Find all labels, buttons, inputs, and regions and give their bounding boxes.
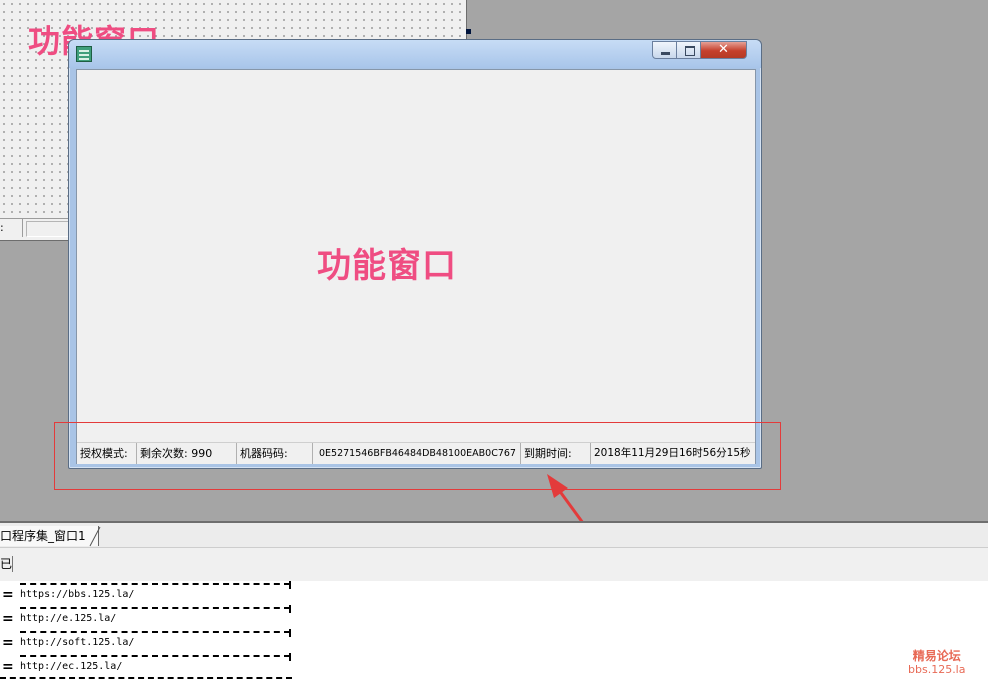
code-editor[interactable]: = https://bbs.125.la/ = http://e.125.la/… bbox=[0, 581, 988, 689]
maximize-button[interactable] bbox=[676, 41, 701, 59]
tab-program-set-window1[interactable]: 口程序集_窗口1 bbox=[0, 526, 99, 546]
code-url: http://soft.125.la/ bbox=[20, 637, 135, 648]
code-url: http://e.125.la/ bbox=[20, 613, 117, 624]
code-line[interactable]: = http://soft.125.la/ bbox=[0, 629, 292, 653]
app-icon bbox=[76, 46, 92, 62]
code-separator bbox=[0, 677, 292, 679]
window-client-area: 功能窗口 授权模式: 剩余次数: 990 机器码码: 0E5271546BFB4… bbox=[76, 69, 756, 464]
code-eq: = bbox=[2, 611, 14, 627]
code-url: https://bbs.125.la/ bbox=[20, 589, 135, 600]
background-status-segment: : bbox=[0, 219, 23, 237]
watermark-line1: 精易论坛 bbox=[912, 649, 961, 663]
toolrow-fragment: 已 bbox=[0, 556, 13, 572]
watermark-line2: bbs.125.la bbox=[908, 663, 966, 676]
minimize-button[interactable] bbox=[652, 41, 677, 59]
code-url: http://ec.125.la/ bbox=[20, 661, 123, 672]
resize-handle[interactable] bbox=[466, 29, 471, 34]
code-eq: = bbox=[2, 659, 14, 675]
ide-toolrow: 已 bbox=[0, 547, 988, 583]
code-line[interactable]: = https://bbs.125.la/ bbox=[0, 581, 292, 605]
window-content-title: 功能窗口 bbox=[317, 246, 457, 286]
window-titlebar[interactable]: ✕ bbox=[69, 40, 761, 68]
code-eq: = bbox=[2, 587, 14, 603]
ide-tabstrip: 口程序集_窗口1 bbox=[0, 521, 988, 549]
code-eq: = bbox=[2, 635, 14, 651]
watermark: 精易论坛 bbs.125.la bbox=[908, 649, 965, 677]
code-line[interactable]: = http://ec.125.la/ bbox=[0, 653, 292, 677]
tab-slant-icon bbox=[89, 526, 101, 547]
code-line[interactable]: = http://e.125.la/ bbox=[0, 605, 292, 629]
close-button[interactable]: ✕ bbox=[700, 41, 747, 59]
function-window: ✕ 功能窗口 授权模式: 剩余次数: 990 机器码码: 0E5271546BF… bbox=[68, 39, 762, 469]
